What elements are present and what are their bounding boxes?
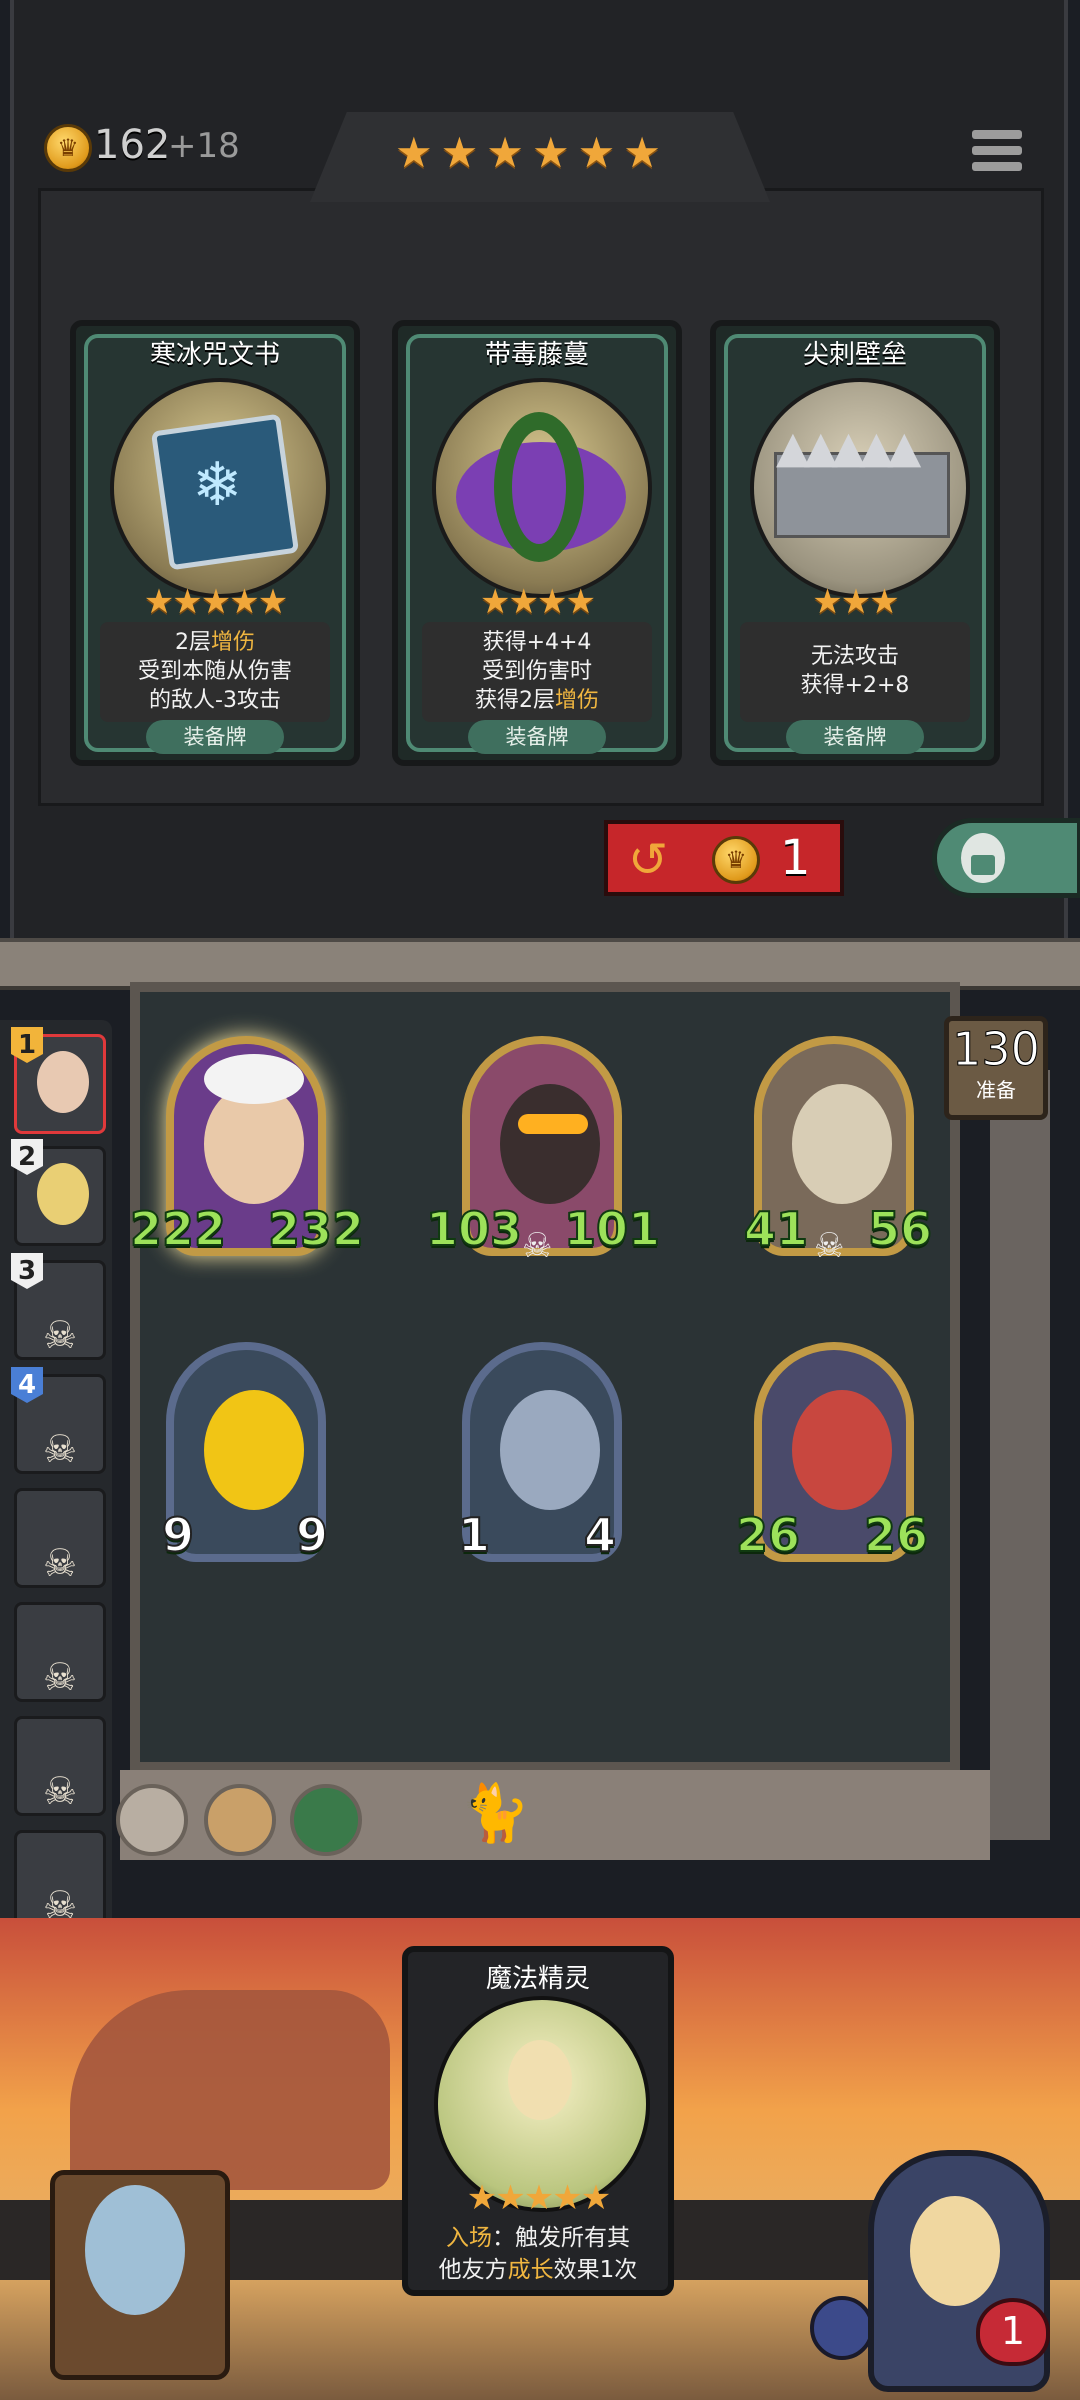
round-timer: 130 准备 xyxy=(944,1016,1048,1120)
board-pillar xyxy=(990,1070,1050,1840)
gold-income: +18 xyxy=(168,126,240,166)
roster-slot-8[interactable]: ☠ xyxy=(14,1830,106,1930)
unit-attack: 41 xyxy=(743,1201,809,1257)
companion-portrait[interactable] xyxy=(50,2170,230,2380)
roster-slot-7[interactable]: ☠ xyxy=(14,1716,106,1816)
card-type-tag: 装备牌 xyxy=(468,720,606,754)
board-unit-6[interactable]: 26 26 xyxy=(735,1342,929,1572)
skull-icon: ☠ xyxy=(43,1313,78,1357)
lock-shop-button[interactable] xyxy=(932,818,1080,898)
card-type-tag: 装备牌 xyxy=(146,720,284,754)
shop-card-1[interactable]: 寒冰咒文书 ❄ ★★★★★ 2层增伤 受到本随从伤害 的敌人-3攻击 装备牌 xyxy=(70,320,360,766)
timer-value: 130 xyxy=(952,1022,1041,1077)
hero-lives: 1 xyxy=(976,2298,1050,2366)
ring-token-icon[interactable] xyxy=(204,1784,276,1856)
lives-value: 1 xyxy=(1000,2309,1026,2353)
skull-icon: ☠ xyxy=(43,1541,78,1585)
hand-card-title: 魔法精灵 xyxy=(485,1964,590,1994)
unit-health: 232 xyxy=(267,1201,365,1257)
gold-coin-icon: ♛ xyxy=(44,124,92,172)
lock-icon xyxy=(961,833,1005,883)
roster-slot-1[interactable]: 1 xyxy=(11,1027,106,1134)
card-title: 带毒藤蔓 xyxy=(484,340,589,370)
hex-token-icon[interactable] xyxy=(290,1784,362,1856)
skull-icon: ☠ xyxy=(43,1769,78,1813)
unit-attack: 9 xyxy=(161,1507,195,1563)
board-unit-2[interactable]: 103 101 ☠ xyxy=(425,1036,661,1266)
roster-slot-4[interactable]: 4 ☠ xyxy=(11,1367,106,1474)
board-unit-1[interactable]: 222 232 xyxy=(129,1036,365,1266)
roster-slot-6[interactable]: ☠ xyxy=(14,1602,106,1702)
cat-icon: 🐈 xyxy=(460,1781,530,1846)
card-description: 2层增伤 受到本随从伤害 的敌人-3攻击 xyxy=(100,622,330,722)
unit-attack: 26 xyxy=(735,1507,801,1563)
ice-spellbook-icon: ❄ xyxy=(110,378,330,598)
refresh-arrow-icon: ↺ xyxy=(628,832,669,888)
refresh-cost: 1 xyxy=(780,830,811,886)
unit-health: 101 xyxy=(563,1201,661,1257)
skull-icon: ☠ xyxy=(43,1655,78,1699)
rocking-horse-toy xyxy=(70,1990,390,2190)
skull-icon: ☠ xyxy=(43,1427,78,1471)
unit-health: 9 xyxy=(295,1507,329,1563)
unit-attack: 222 xyxy=(129,1201,227,1257)
gold-amount: 162 xyxy=(94,122,171,168)
card-stars: ★★★★ xyxy=(480,582,596,622)
timer-label: 准备 xyxy=(976,1078,1016,1102)
card-type-tag: 装备牌 xyxy=(786,720,924,754)
board-unit-4[interactable]: 9 9 xyxy=(156,1342,336,1572)
skull-icon: ☠ xyxy=(814,1226,845,1266)
unit-attack: 103 xyxy=(425,1201,523,1257)
skull-icon: ☠ xyxy=(522,1226,553,1266)
card-title: 尖刺壁垒 xyxy=(802,340,907,370)
unit-attack: 1 xyxy=(457,1507,491,1563)
card-stars: ★★★ xyxy=(812,582,899,622)
shield-icon[interactable] xyxy=(810,2296,874,2360)
unit-health: 56 xyxy=(867,1201,933,1257)
roster-slot-3[interactable]: 3 ☠ xyxy=(11,1253,106,1360)
spike-wall-icon: ▲▲▲▲▲ xyxy=(750,378,970,598)
hand-card-description: 入场：触发所有其 他友方成长效果1次 xyxy=(438,2225,638,2283)
board-unit-3[interactable]: 41 56 ☠ xyxy=(743,1036,933,1266)
card-stars: ★★★★★ xyxy=(143,582,288,622)
hand-card-stars: ★★★★★ xyxy=(466,2178,611,2218)
gold-coin-icon: ♛ xyxy=(712,836,760,884)
card-description: 无法攻击 获得+2+8 xyxy=(740,622,970,722)
flower-token-icon[interactable] xyxy=(116,1784,188,1856)
unit-health: 4 xyxy=(583,1507,617,1563)
unit-health: 26 xyxy=(863,1507,929,1563)
shop-card-3[interactable]: 尖刺壁垒 ▲▲▲▲▲ ★★★ 无法攻击 获得+2+8 装备牌 xyxy=(710,320,1000,766)
hand-card[interactable]: 魔法精灵 ★★★★★ 入场：触发所有其 他友方成长效果1次 xyxy=(402,1946,674,2296)
card-description: 获得+4+4 受到伤害时 获得2层增伤 xyxy=(422,622,652,722)
card-title: 寒冰咒文书 xyxy=(149,340,280,370)
shop-card-2[interactable]: 带毒藤蔓 ★★★★ 获得+4+4 受到伤害时 获得2层增伤 装备牌 xyxy=(392,320,682,766)
roster-slot-5[interactable]: ☠ xyxy=(14,1488,106,1588)
tavern-tier-stars: ★★★★★★ xyxy=(395,128,669,177)
refresh-shop-button[interactable]: ↺ ♛ 1 xyxy=(604,820,844,896)
poison-vine-icon xyxy=(432,378,652,598)
roster-slot-2[interactable]: 2 xyxy=(11,1139,106,1246)
hamburger-menu-icon[interactable] xyxy=(972,126,1024,176)
board-unit-5[interactable]: 1 4 xyxy=(452,1342,632,1572)
